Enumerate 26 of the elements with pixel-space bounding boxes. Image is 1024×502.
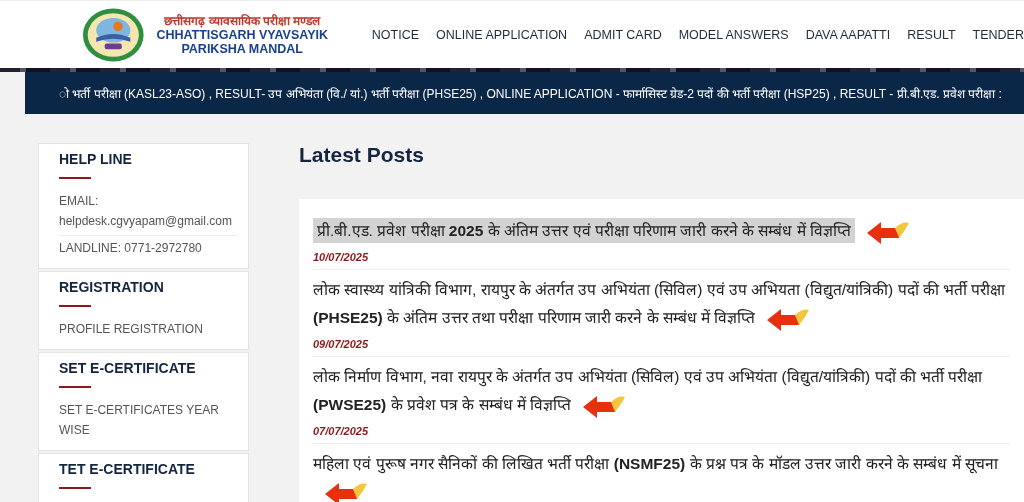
site-title-hindi: छत्तीसगढ़ व्यावसायिक परीक्षा मण्डल [164, 13, 321, 28]
post-date: 10/07/2025 [313, 251, 370, 263]
nav-link[interactable]: ONLINE APPLICATION [436, 27, 568, 42]
card-title: HELP LINE [59, 151, 133, 167]
nav-link[interactable]: TENDER [972, 27, 1024, 42]
section-heading: Latest Posts [299, 143, 425, 167]
nav-link[interactable]: ADMIT CARD [584, 27, 662, 42]
nav-link[interactable]: RESULT [907, 27, 956, 42]
sidebar-link[interactable]: PROFILE REGISTRATION [59, 317, 236, 343]
sidebar-link[interactable]: EMAIL: helpdesk.cgvyapam@gmail.com [59, 189, 236, 236]
card-title: SET E-CERTIFICATE [59, 360, 197, 376]
card-title: REGISTRATION [59, 279, 165, 295]
card-title: TET E-CERTIFICATE [59, 461, 196, 477]
ticker-text: ो भर्ती परीक्षा (KASL23-ASO) , RESULT- उप अभियंता (वि./ यां.) भर्ती परीक्षा (PHSE25) , ONLINE APPLICATION - फार्मासिस्ट ग्रेड-2 पदों की भर्ती परीक्षा (HSP25) , RESULT - प्री.बी.एड. प्रवेश परीक्षा : [58, 85, 1002, 102]
nav-link[interactable]: MODEL ANSWERS [678, 27, 789, 42]
post-link[interactable]: लोक निर्माण विभाग, नवा रायपुर के अंतर्गत उप अभियंता (सिविल) एवं उप अभियंता (विद्युत/यांत्रिकी) पदों की भर्ती परीक्षा (PWSE25) के प्रवेश पत्र के सम्बंध में विज्ञप्ति [313, 363, 1010, 419]
post-date: 07/07/2025 [313, 425, 370, 437]
post-date: 09/07/2025 [313, 338, 370, 350]
sidebar-link[interactable]: SET E-CERTIFICATES YEAR WISE [59, 398, 236, 444]
logo-icon [82, 5, 145, 64]
nav-link[interactable]: DAVA AAPATTI [805, 27, 891, 42]
site-title: CHHATTISGARH VYAVSAYIK PARIKSHA MANDAL [155, 27, 329, 56]
post-link[interactable]: महिला एवं पुरूष नगर सैनिकों की लिखित भर्ती परीक्षा (NSMF25) के प्रश्न पत्र के मॉडल उत्तर जारी करने के सम्बंध में सूचना [313, 450, 1010, 502]
post-link[interactable]: लोक स्वास्थ्य यांत्रिकी विभाग, रायपुर के अंतर्गत उप अभियंता (सिविल) एवं उप अभियता (विद्युत/यांत्रिकी) पदों की भर्ती परीक्षा (PHSE25) के अंतिम उत्तर तथा परीक्षा परिणाम जारी करने के सम्बंध में विज्ञप्ति [313, 276, 1010, 332]
sidebar-link[interactable]: LANDLINE: 0771-2972780 [59, 236, 236, 262]
nav-link[interactable]: NOTICE [371, 27, 420, 42]
